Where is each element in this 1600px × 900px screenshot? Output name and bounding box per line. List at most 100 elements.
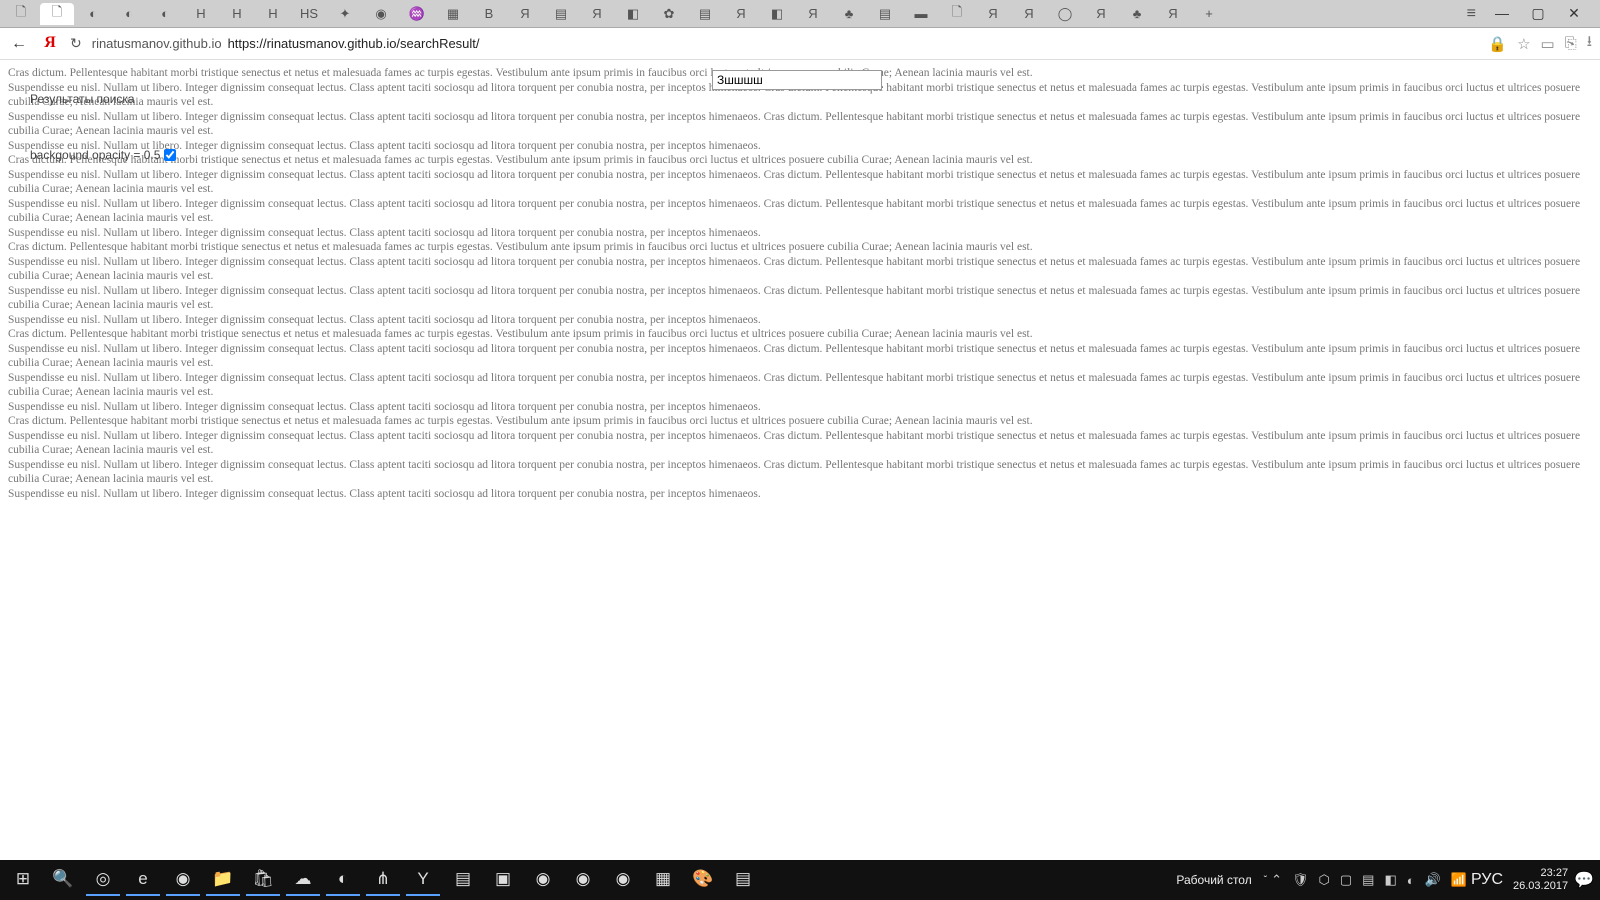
page-viewport: Результаты поиска backgound opacity = 0.… (0, 60, 1600, 820)
taskbar-app-icon[interactable]: ⊞ (6, 864, 40, 896)
opacity-control: backgound opacity = 0.5 (30, 148, 176, 162)
opacity-checkbox[interactable] (164, 149, 176, 161)
taskbar-app-icon[interactable]: ◐ (326, 864, 360, 896)
browser-tab[interactable]: 🗋 (4, 3, 38, 25)
lorem-line: Suspendisse eu nisl. Nullam ut libero. I… (8, 139, 1592, 154)
lorem-line: Suspendisse eu nisl. Nullam ut libero. I… (8, 284, 1592, 313)
browser-tab[interactable]: ▤ (688, 3, 722, 25)
browser-tab[interactable]: ♣ (1120, 3, 1154, 25)
tray-icon[interactable]: 📶 (1451, 872, 1467, 888)
browser-tab[interactable]: B (472, 3, 506, 25)
browser-tab[interactable]: H (256, 3, 290, 25)
taskbar-clock[interactable]: 23:27 26.03.2017 (1507, 867, 1574, 893)
lorem-line: Suspendisse eu nisl. Nullam ut libero. I… (8, 400, 1592, 415)
browser-tab[interactable]: ◐ (112, 3, 146, 25)
notification-center-icon[interactable]: 💬 (1574, 870, 1594, 890)
security-lock-icon[interactable]: 🔒 (1488, 35, 1507, 53)
taskbar-app-icon[interactable]: e (126, 864, 160, 896)
browser-tab[interactable]: ◐ (76, 3, 110, 25)
browser-tab[interactable]: ▤ (868, 3, 902, 25)
taskbar-app-icon[interactable]: ◉ (566, 864, 600, 896)
tray-icon[interactable]: ▤ (1362, 872, 1374, 888)
taskbar-app-icon[interactable]: ▤ (726, 864, 760, 896)
browser-tab[interactable]: ◐ (148, 3, 182, 25)
taskbar-app-icon[interactable]: ⋔ (366, 864, 400, 896)
browser-tab-strip: 🗋🗋◐◐◐HHHHS✦◉♒▦BЯ▤Я◧✿▤Я◧Я♣▤▬🗋ЯЯ◯Я♣Я + ≡ —… (0, 0, 1600, 28)
browser-tab[interactable]: 🗋 (40, 3, 74, 25)
reload-button[interactable]: ↻ (70, 35, 82, 52)
browser-tab[interactable]: ◉ (364, 3, 398, 25)
lorem-line: Suspendisse eu nisl. Nullam ut libero. I… (8, 168, 1592, 197)
browser-tab[interactable]: ♒ (400, 3, 434, 25)
lorem-line: Suspendisse eu nisl. Nullam ut libero. I… (8, 197, 1592, 226)
browser-tab[interactable]: 🗋 (940, 3, 974, 25)
search-input[interactable] (712, 70, 882, 90)
taskbar-app-icon[interactable]: 🛍 (246, 864, 280, 896)
minimize-button[interactable]: — (1488, 5, 1516, 22)
taskbar-language[interactable]: РУС (1467, 871, 1507, 889)
url-host: rinatusmanov.github.io (92, 36, 222, 51)
taskbar-app-icon[interactable]: ◉ (606, 864, 640, 896)
tray-icon[interactable]: 🔊 (1425, 872, 1441, 888)
browser-tab[interactable]: Я (508, 3, 542, 25)
lorem-line: Suspendisse eu nisl. Nullam ut libero. I… (8, 255, 1592, 284)
taskbar-app-icon[interactable]: ▤ (446, 864, 480, 896)
browser-tab[interactable]: ✦ (328, 3, 362, 25)
taskbar-app-icon[interactable]: ▣ (486, 864, 520, 896)
tray-icon[interactable]: ⬡ (1318, 872, 1329, 888)
taskbar-app-icon[interactable]: 🔍 (46, 864, 80, 896)
lorem-line: Suspendisse eu nisl. Nullam ut libero. I… (8, 458, 1592, 487)
lorem-line: Cras dictum. Pellentesque habitant morbi… (8, 240, 1592, 255)
lorem-line: Cras dictum. Pellentesque habitant morbi… (8, 327, 1592, 342)
close-button[interactable]: ✕ (1560, 5, 1588, 22)
browser-tab[interactable]: ◯ (1048, 3, 1082, 25)
browser-tab[interactable]: ♣ (832, 3, 866, 25)
tray-icon[interactable]: 🛡 (1292, 872, 1309, 888)
browser-tab[interactable]: H (184, 3, 218, 25)
new-tab-button[interactable]: + (1192, 3, 1226, 25)
taskbar-app-icon[interactable]: ☁ (286, 864, 320, 896)
browser-tab[interactable]: ▦ (436, 3, 470, 25)
browser-tab[interactable]: Я (976, 3, 1010, 25)
browser-tab[interactable]: ◧ (760, 3, 794, 25)
taskbar-app-icon[interactable]: Y (406, 864, 440, 896)
browser-tab[interactable]: ▬ (904, 3, 938, 25)
browser-tab[interactable]: ▤ (544, 3, 578, 25)
taskbar-app-icon[interactable]: ◉ (526, 864, 560, 896)
tray-icon[interactable]: ⌃ (1271, 872, 1282, 888)
download-icon[interactable]: ⭳ (1587, 31, 1592, 56)
lorem-line: Cras dictum. Pellentesque habitant morbi… (8, 414, 1592, 429)
taskbar-chevron-icon[interactable]: ˇ (1260, 875, 1271, 886)
lorem-line: Suspendisse eu nisl. Nullam ut libero. I… (8, 313, 1592, 328)
browser-tab[interactable]: ✿ (652, 3, 686, 25)
lorem-line: Suspendisse eu nisl. Nullam ut libero. I… (8, 371, 1592, 400)
browser-tab[interactable]: Я (1012, 3, 1046, 25)
taskbar-app-icon[interactable]: 📁 (206, 864, 240, 896)
tray-icon[interactable]: ◐ (1407, 873, 1415, 888)
page-body-text: Cras dictum. Pellentesque habitant morbi… (8, 66, 1592, 501)
tray-icon[interactable]: ◧ (1384, 872, 1396, 888)
taskbar-app-icon[interactable]: ▦ (646, 864, 680, 896)
taskbar-app-icon[interactable]: 🎨 (686, 864, 720, 896)
browser-tab[interactable]: Я (724, 3, 758, 25)
url-display[interactable]: rinatusmanov.github.io https://rinatusma… (92, 36, 480, 51)
ribbon-icon[interactable]: ⎘ (1565, 35, 1577, 52)
bookmark-star-icon[interactable]: ☆ (1517, 35, 1530, 53)
browser-tab[interactable]: Я (1156, 3, 1190, 25)
taskbar-desktop-label[interactable]: Рабочий стол (1168, 873, 1259, 887)
browser-menu-button[interactable]: ≡ (1457, 5, 1486, 23)
taskbar-app-icon[interactable]: ◎ (86, 864, 120, 896)
browser-tab[interactable]: HS (292, 3, 326, 25)
browser-tab[interactable]: Я (1084, 3, 1118, 25)
sidebar-panel-icon[interactable]: ▭ (1541, 35, 1555, 53)
taskbar-app-icon[interactable]: ◉ (166, 864, 200, 896)
yandex-home-icon[interactable]: Я (40, 34, 60, 54)
back-button[interactable]: ← (8, 35, 30, 53)
browser-tab[interactable]: H (220, 3, 254, 25)
maximize-button[interactable]: ▢ (1524, 5, 1552, 22)
lorem-line: Suspendisse eu nisl. Nullam ut libero. I… (8, 342, 1592, 371)
tray-icon[interactable]: ▢ (1340, 872, 1352, 888)
browser-tab[interactable]: Я (796, 3, 830, 25)
browser-tab[interactable]: Я (580, 3, 614, 25)
browser-tab[interactable]: ◧ (616, 3, 650, 25)
